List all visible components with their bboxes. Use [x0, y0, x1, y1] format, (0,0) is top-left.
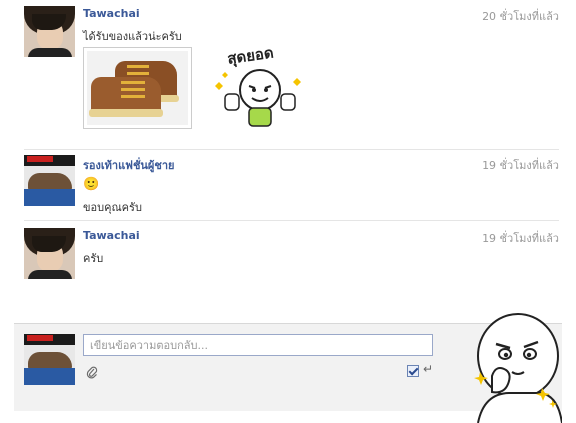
sender-name[interactable]: รองเท้าแฟชั่นผู้ชาย: [83, 156, 174, 174]
sticker-awesome: สุดยอด: [215, 44, 301, 127]
sender-name[interactable]: Tawachai: [83, 7, 140, 20]
sender-name[interactable]: Tawachai: [83, 229, 140, 242]
thinking-sticker: [474, 313, 562, 423]
reply-input[interactable]: [83, 334, 433, 356]
smiley-emoji: 🙂: [83, 177, 100, 192]
divider: [24, 149, 559, 150]
timestamp: 20 ชั่วโมงที่แล้ว: [482, 10, 559, 23]
timestamp: 19 ชั่วโมงที่แล้ว: [482, 159, 559, 172]
sticker-text: สุดยอด: [226, 44, 275, 69]
avatar[interactable]: [24, 155, 75, 206]
boots-photo: [87, 51, 188, 125]
paperclip-icon[interactable]: [86, 365, 98, 379]
message-text: ได้รับของแล้วน่ะครับ: [83, 30, 182, 43]
divider: [24, 220, 559, 221]
message-item: Tawachai 19 ชั่วโมงที่แล้ว ครับ: [24, 228, 559, 288]
avatar: [24, 334, 75, 385]
avatar[interactable]: [24, 6, 75, 57]
avatar[interactable]: [24, 228, 75, 279]
message-text: ครับ: [83, 252, 104, 265]
message-text: ขอบคุณครับ: [83, 201, 142, 214]
enter-to-send-checkbox[interactable]: [407, 365, 419, 377]
photo-attachment[interactable]: [83, 47, 192, 129]
enter-key-icon: ↵: [423, 362, 434, 376]
message-item: รองเท้าแฟชั่นผู้ชาย 19 ชั่วโมงที่แล้ว 🙂 …: [24, 155, 559, 215]
timestamp: 19 ชั่วโมงที่แล้ว: [482, 232, 559, 245]
